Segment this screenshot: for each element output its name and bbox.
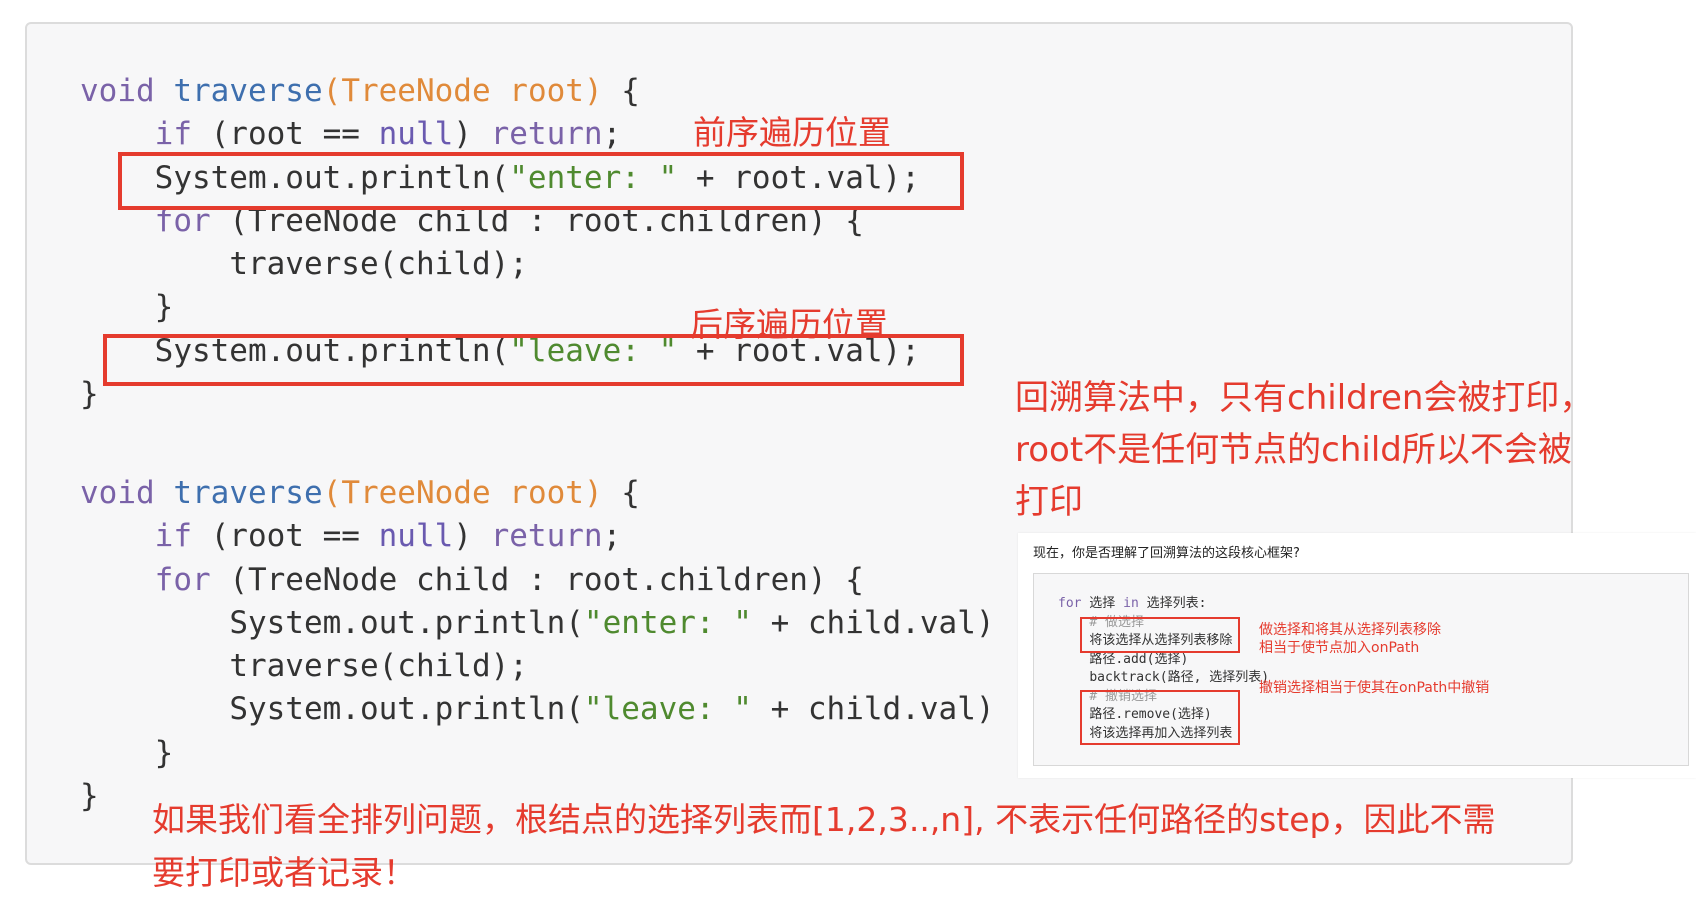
code-line: System.out.println("enter: " + child.val…: [80, 602, 995, 645]
note-line: 做选择和将其从选择列表移除: [1259, 622, 1441, 638]
code-text: }: [154, 734, 174, 771]
keyword: null: [378, 518, 454, 555]
undo-choice-highlight-box: [1080, 690, 1240, 745]
make-choice-note: 做选择和将其从选择列表移除 相当于使节点加入onPath: [1259, 621, 1441, 657]
paren: (: [322, 475, 342, 511]
keyword: if: [154, 518, 192, 555]
code-text: traverse(child);: [229, 246, 528, 283]
code-line: }: [80, 732, 995, 775]
backtrack-framework-screenshot: 现在，你是否理解了回溯算法的这段核心框架? for 选择 in 选择列表: # …: [1018, 533, 1696, 778]
code-block-2: void traverse(TreeNode root) { if (root …: [80, 472, 995, 818]
note-line: 相当于使节点加入onPath: [1259, 640, 1420, 656]
code-line: for 选择 in 选择列表:: [1058, 595, 1269, 614]
function-name: traverse: [173, 475, 323, 511]
code-text: System.out.println(: [229, 691, 584, 728]
code-text: }: [80, 376, 99, 413]
code-text: ): [453, 518, 491, 555]
inset-title: 现在，你是否理解了回溯算法的这段核心框架?: [1033, 546, 1300, 561]
keyword: return: [490, 116, 603, 153]
code-line: 路径.add(选择): [1058, 651, 1269, 670]
code-text: 选择列表:: [1138, 596, 1207, 611]
type-name: TreeNode: [341, 73, 491, 109]
code-text: (root ==: [191, 116, 379, 153]
code-line: if (root == null) return;: [80, 515, 995, 558]
paren: ): [583, 73, 603, 109]
keyword: in: [1123, 596, 1139, 611]
code-line: traverse(child);: [80, 243, 920, 286]
keyword: null: [378, 116, 454, 153]
string-literal: "enter: ": [583, 604, 752, 641]
code-text: ): [453, 116, 491, 153]
type-name: TreeNode: [341, 475, 491, 511]
code-text: 选择: [1081, 596, 1124, 611]
keyword: if: [154, 116, 192, 153]
code-line: traverse(child);: [80, 645, 995, 688]
postorder-annotation: 后序遍历位置: [690, 305, 888, 344]
code-line: void traverse(TreeNode root) {: [80, 472, 995, 515]
code-line: System.out.println("leave: " + child.val…: [80, 688, 995, 731]
undo-choice-note: 撤销选择相当于使其在onPath中撤销: [1259, 680, 1490, 696]
code-text: + child.val): [751, 604, 995, 641]
permutation-note: 如果我们看全排列问题，根结点的选择列表而[1,2,3..,n], 不表示任何路径…: [152, 800, 1496, 892]
code-text: }: [80, 778, 99, 815]
code-text: {: [602, 73, 640, 109]
code-text: ;: [602, 116, 622, 153]
code-text: (TreeNode child : root.children) {: [210, 561, 864, 598]
make-choice-highlight-box: [1080, 617, 1240, 653]
code-text: + child.val): [751, 691, 995, 728]
code-text: }: [154, 289, 174, 326]
code-text: 路径.add(选择): [1089, 651, 1189, 667]
children-print-note: 回溯算法中，只有children会被打印，root不是任何节点的child所以不…: [1015, 378, 1594, 522]
code-text: System.out.println(: [229, 604, 584, 641]
paren: (: [322, 73, 342, 109]
param-name: root: [509, 73, 584, 109]
keyword: void: [80, 475, 155, 511]
code-text: ;: [602, 518, 622, 555]
preorder-annotation: 前序遍历位置: [693, 113, 891, 152]
keyword: return: [490, 518, 603, 555]
code-text: backtrack(路径, 选择列表): [1089, 670, 1270, 685]
code-line: for (TreeNode child : root.children) {: [80, 559, 995, 602]
paren: ): [583, 475, 603, 511]
enter-highlight-box: [118, 152, 964, 210]
code-text: (root ==: [191, 518, 379, 555]
function-name: traverse: [173, 73, 323, 109]
code-text: traverse(child);: [229, 648, 528, 685]
string-literal: "leave: ": [583, 691, 752, 728]
code-text: {: [602, 475, 640, 511]
keyword: for: [154, 561, 211, 598]
keyword: void: [80, 73, 155, 109]
keyword: for: [1058, 596, 1082, 611]
code-line: backtrack(路径, 选择列表): [1058, 669, 1269, 688]
param-name: root: [509, 475, 584, 511]
